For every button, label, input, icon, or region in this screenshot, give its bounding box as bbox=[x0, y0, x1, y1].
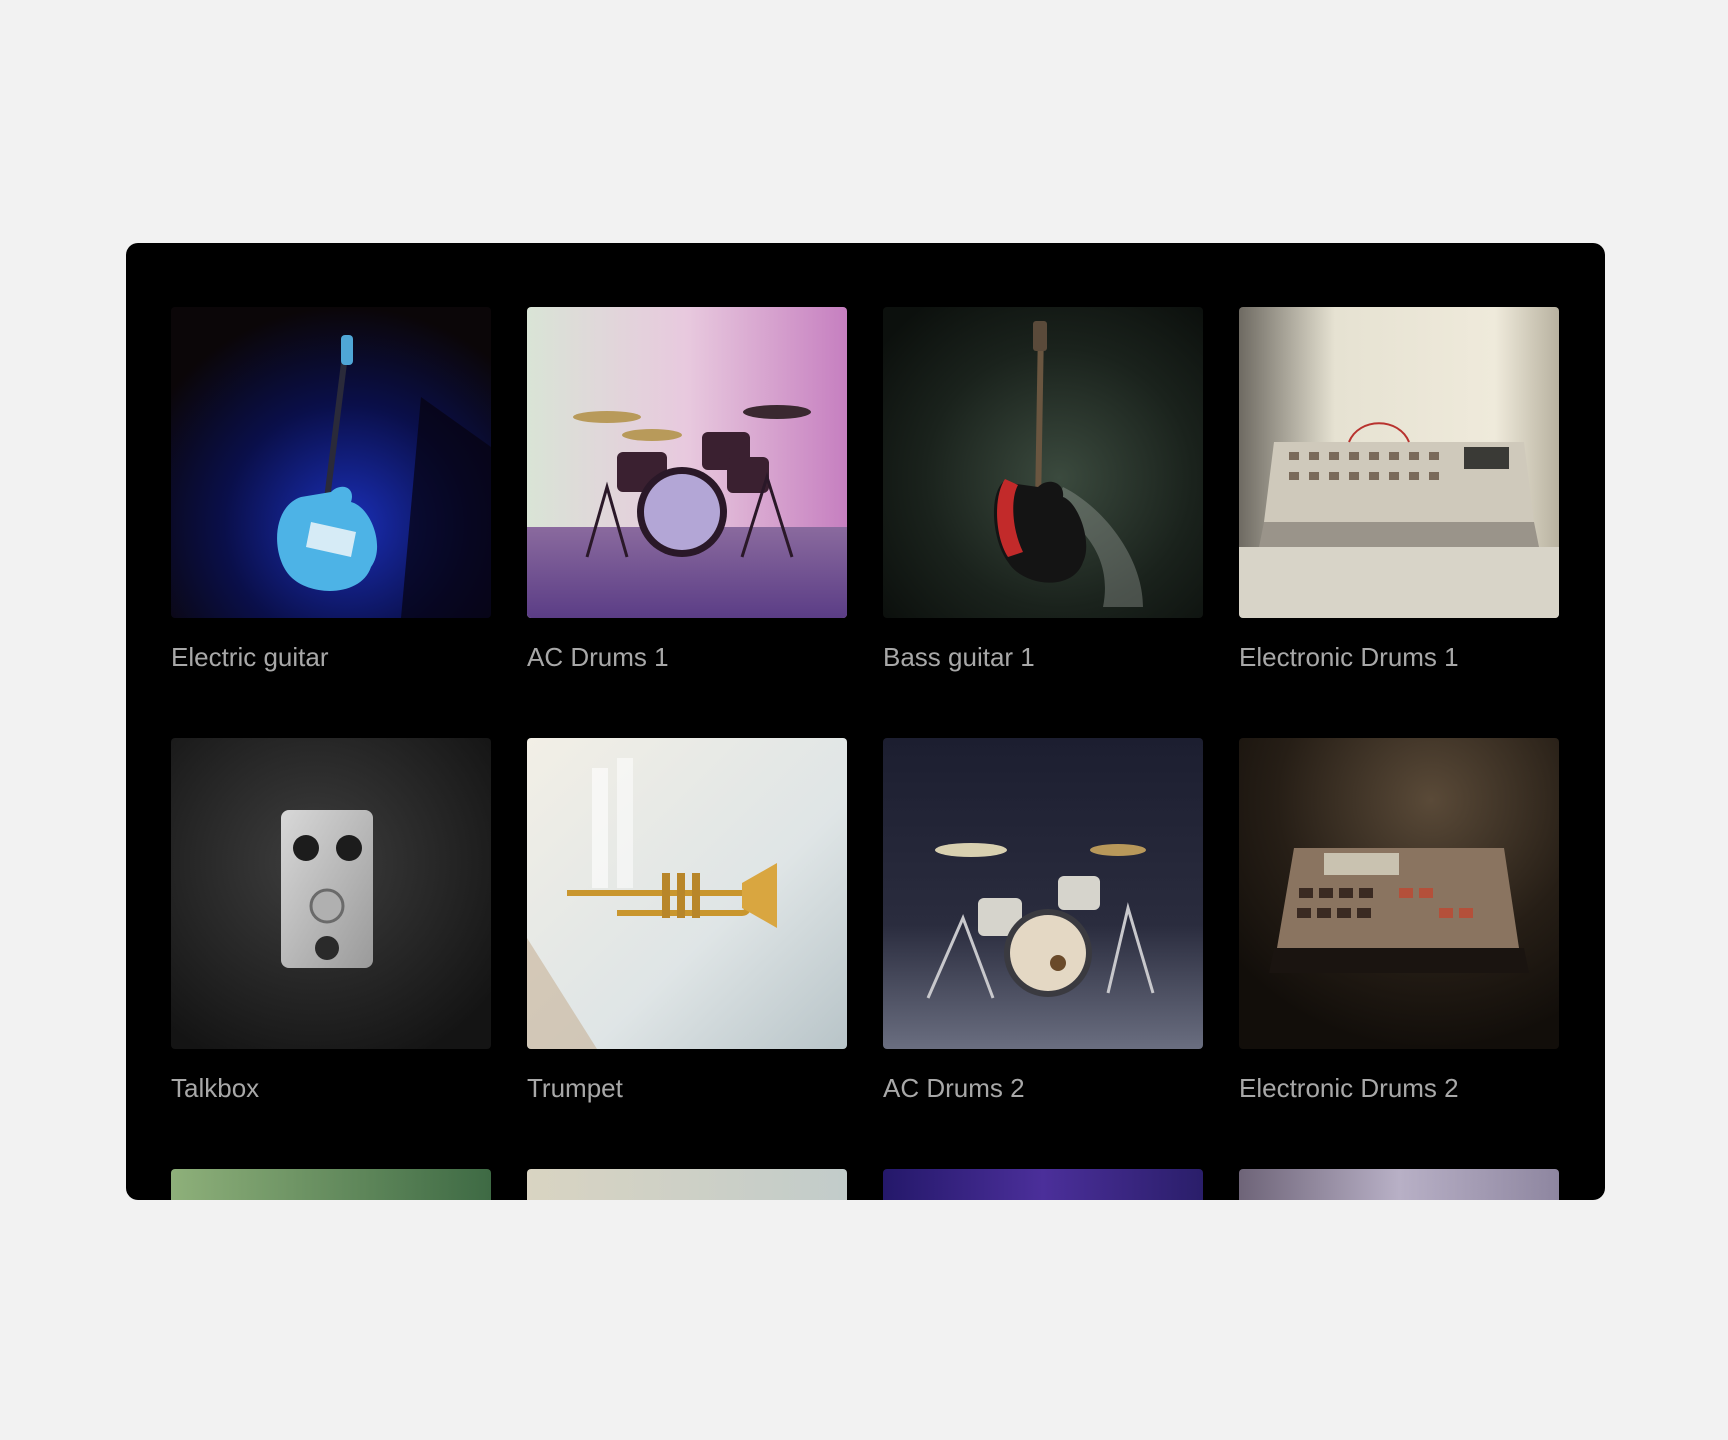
card-partial[interactable] bbox=[1239, 1169, 1559, 1200]
bass-guitar-image[interactable] bbox=[883, 307, 1203, 618]
instrument-grid: Electric guitar AC Drums 1 Bass guitar 1… bbox=[171, 307, 1559, 1200]
card-label: Talkbox bbox=[171, 1073, 260, 1103]
card-trumpet[interactable]: Trumpet bbox=[527, 738, 847, 1169]
card-bass-guitar-1[interactable]: Bass guitar 1 bbox=[883, 307, 1203, 738]
drum-machine-image[interactable] bbox=[1239, 307, 1559, 618]
instrument-image[interactable] bbox=[171, 1169, 491, 1200]
card-partial[interactable] bbox=[883, 1169, 1203, 1200]
card-label: AC Drums 1 bbox=[527, 642, 669, 672]
card-electric-guitar[interactable]: Electric guitar bbox=[171, 307, 491, 738]
instrument-image[interactable] bbox=[883, 1169, 1203, 1200]
card-label: Bass guitar 1 bbox=[883, 642, 1035, 672]
card-electronic-drums-1[interactable]: Electronic Drums 1 bbox=[1239, 307, 1559, 738]
card-ac-drums-1[interactable]: AC Drums 1 bbox=[527, 307, 847, 738]
card-label: Electric guitar bbox=[171, 642, 329, 672]
card-ac-drums-2[interactable]: AC Drums 2 bbox=[883, 738, 1203, 1169]
instrument-image[interactable] bbox=[1239, 1169, 1559, 1200]
electric-guitar-image[interactable] bbox=[171, 307, 491, 618]
card-electronic-drums-2[interactable]: Electronic Drums 2 bbox=[1239, 738, 1559, 1169]
card-label: AC Drums 2 bbox=[883, 1073, 1025, 1103]
card-talkbox[interactable]: Talkbox bbox=[171, 738, 491, 1169]
drum-kit-image[interactable] bbox=[527, 307, 847, 618]
instrument-image[interactable] bbox=[527, 1169, 847, 1200]
card-partial[interactable] bbox=[171, 1169, 491, 1200]
instrument-gallery-panel: Electric guitar AC Drums 1 Bass guitar 1… bbox=[126, 243, 1605, 1200]
card-label: Electronic Drums 2 bbox=[1239, 1073, 1459, 1103]
effects-pedal-image[interactable] bbox=[171, 738, 491, 1049]
sampler-image[interactable] bbox=[1239, 738, 1559, 1049]
drum-kit-image[interactable] bbox=[883, 738, 1203, 1049]
trumpet-image[interactable] bbox=[527, 738, 847, 1049]
card-label: Trumpet bbox=[527, 1073, 623, 1103]
card-label: Electronic Drums 1 bbox=[1239, 642, 1459, 672]
card-partial[interactable] bbox=[527, 1169, 847, 1200]
